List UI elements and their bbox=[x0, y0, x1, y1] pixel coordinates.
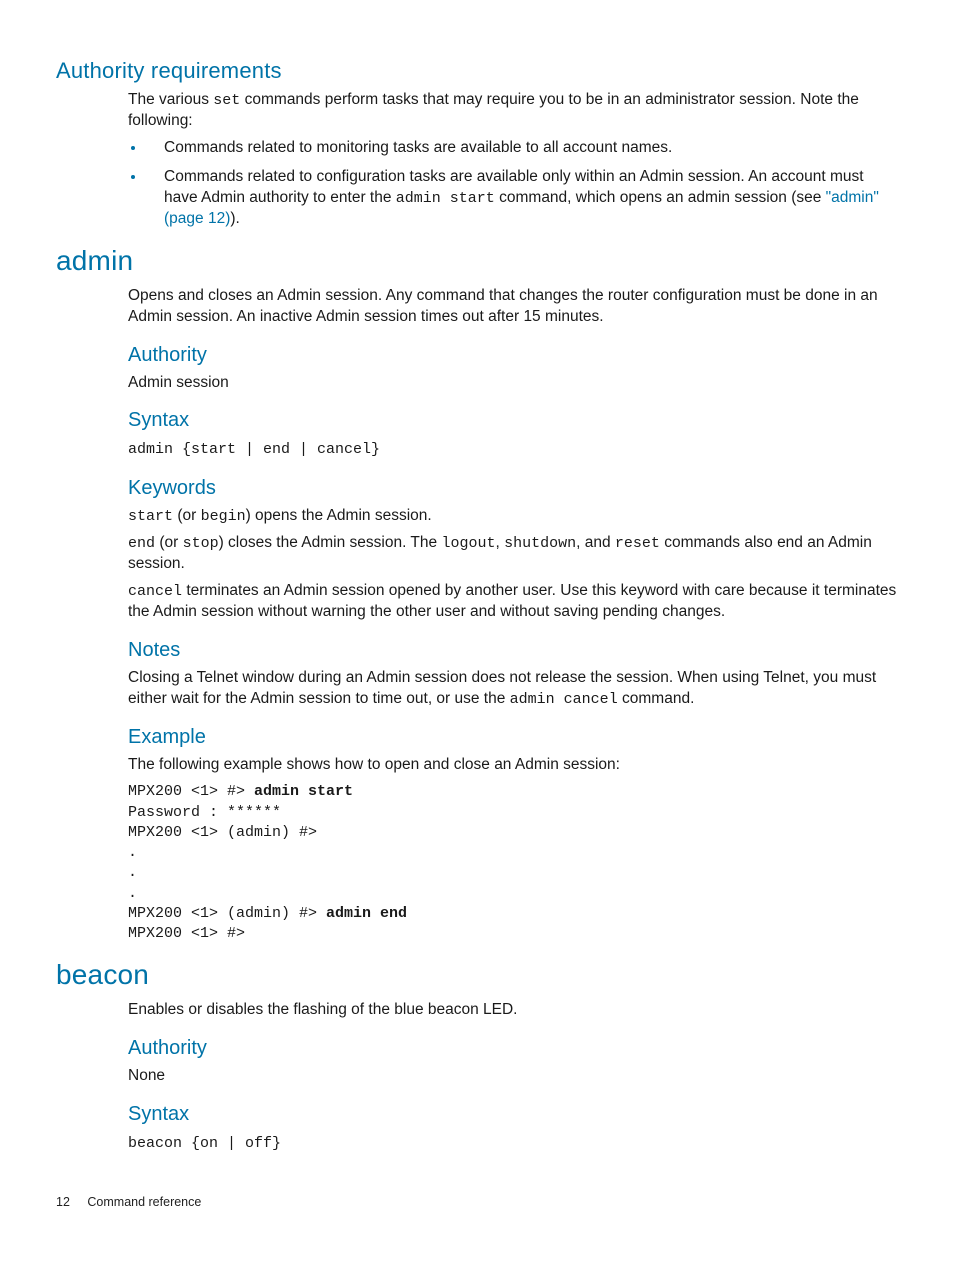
page-number: 12 bbox=[56, 1194, 70, 1211]
beacon-description: Enables or disables the flashing of the … bbox=[128, 1000, 898, 1021]
code-line: MPX200 <1> #> bbox=[128, 925, 245, 942]
heading-authority-requirements: Authority requirements bbox=[56, 56, 898, 86]
notes-paragraph: Closing a Telnet window during an Admin … bbox=[128, 668, 898, 710]
inline-code: logout bbox=[441, 535, 495, 552]
code-line: MPX200 <1> #> bbox=[128, 783, 254, 800]
syntax-block: beacon {on | off} bbox=[128, 1134, 898, 1154]
text: Closing a Telnet window during an Admin … bbox=[128, 669, 876, 707]
inline-code: begin bbox=[201, 508, 246, 525]
code-line: Password : ****** bbox=[128, 804, 281, 821]
code-line: . bbox=[128, 844, 137, 861]
inline-code: shutdown bbox=[504, 535, 576, 552]
text: command, which opens an admin session (s… bbox=[495, 189, 826, 206]
inline-code: end bbox=[128, 535, 155, 552]
heading-admin: admin bbox=[56, 242, 898, 280]
heading-beacon: beacon bbox=[56, 956, 898, 994]
heading-example: Example bbox=[128, 724, 898, 751]
admin-description: Opens and closes an Admin session. Any c… bbox=[128, 286, 898, 328]
heading-authority: Authority bbox=[128, 342, 898, 369]
text: ) opens the Admin session. bbox=[246, 507, 432, 524]
heading-notes: Notes bbox=[128, 637, 898, 664]
heading-authority: Authority bbox=[128, 1035, 898, 1062]
text: The various bbox=[128, 91, 213, 108]
inline-code: cancel bbox=[128, 583, 182, 600]
code-bold: admin end bbox=[326, 905, 407, 922]
example-intro: The following example shows how to open … bbox=[128, 755, 898, 776]
text: , and bbox=[576, 534, 615, 551]
text: (or bbox=[155, 534, 183, 551]
inline-code: stop bbox=[183, 535, 219, 552]
list-item: Commands related to monitoring tasks are… bbox=[146, 138, 898, 159]
footer-label: Command reference bbox=[87, 1195, 201, 1209]
code-line: MPX200 <1> (admin) #> bbox=[128, 824, 317, 841]
keyword-cancel: cancel terminates an Admin session opene… bbox=[128, 581, 898, 623]
keyword-start: start (or begin) opens the Admin session… bbox=[128, 506, 898, 527]
code-line: MPX200 <1> (admin) #> bbox=[128, 905, 326, 922]
text: ). bbox=[230, 210, 239, 227]
inline-code-admin-cancel: admin cancel bbox=[510, 691, 618, 708]
heading-syntax: Syntax bbox=[128, 1101, 898, 1128]
list-item: Commands related to configuration tasks … bbox=[146, 167, 898, 230]
authority-value: Admin session bbox=[128, 373, 898, 394]
example-code-block: MPX200 <1> #> admin start Password : ***… bbox=[128, 782, 898, 944]
authreq-list: Commands related to monitoring tasks are… bbox=[128, 138, 898, 230]
page-footer: 12 Command reference bbox=[56, 1194, 898, 1211]
text: , bbox=[495, 534, 504, 551]
text: terminates an Admin session opened by an… bbox=[128, 582, 896, 620]
heading-keywords: Keywords bbox=[128, 475, 898, 502]
inline-code: start bbox=[128, 508, 173, 525]
authority-value: None bbox=[128, 1066, 898, 1087]
heading-syntax: Syntax bbox=[128, 407, 898, 434]
keyword-end: end (or stop) closes the Admin session. … bbox=[128, 533, 898, 575]
code-line: . bbox=[128, 885, 137, 902]
authreq-paragraph: The various set commands perform tasks t… bbox=[128, 90, 898, 132]
inline-code-admin-start: admin start bbox=[396, 190, 495, 207]
text: ) closes the Admin session. The bbox=[219, 534, 442, 551]
code-line: . bbox=[128, 864, 137, 881]
code-bold: admin start bbox=[254, 783, 353, 800]
text: (or bbox=[173, 507, 201, 524]
inline-code-set: set bbox=[213, 92, 240, 109]
text: command. bbox=[618, 690, 695, 707]
syntax-block: admin {start | end | cancel} bbox=[128, 440, 898, 460]
inline-code: reset bbox=[615, 535, 660, 552]
